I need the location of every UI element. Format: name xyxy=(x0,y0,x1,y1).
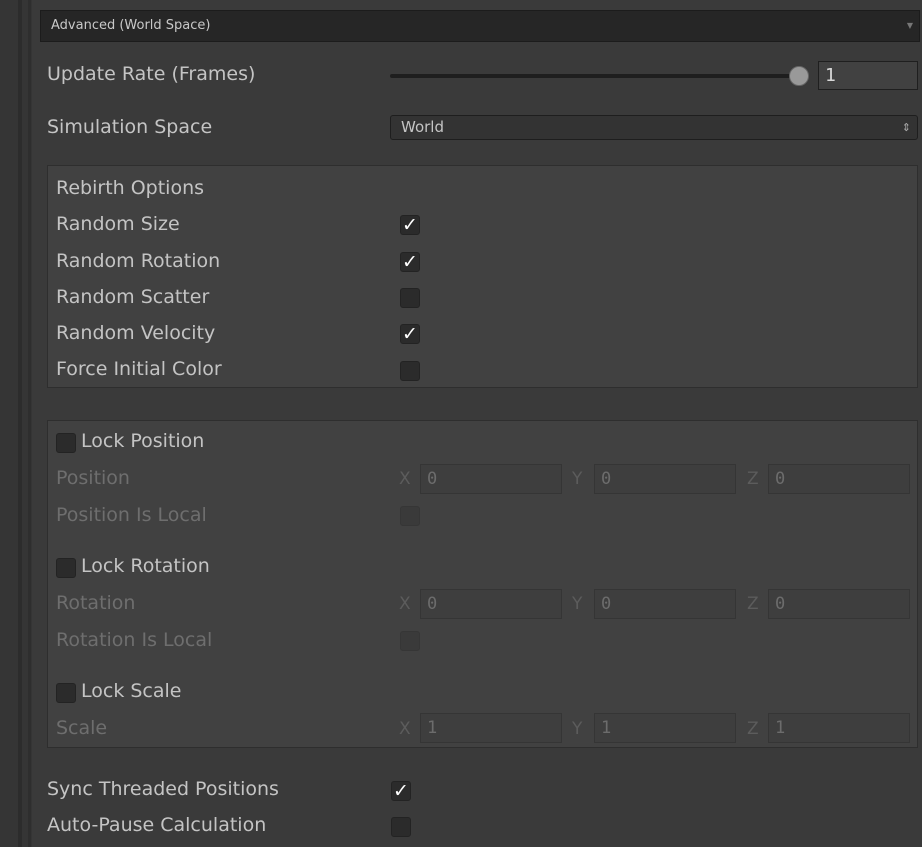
random-rotation-checkbox[interactable]: ✓ xyxy=(400,252,420,272)
random-velocity-label: Random Velocity xyxy=(56,322,216,344)
scale-z-letter: Z xyxy=(747,719,759,739)
position-label: Position xyxy=(56,467,130,489)
update-rate-input[interactable]: 1 xyxy=(818,61,918,90)
position-z-letter: Z xyxy=(747,469,759,489)
random-rotation-label: Random Rotation xyxy=(56,250,221,272)
lock-rotation-checkbox[interactable] xyxy=(56,558,76,578)
update-rate-slider-track[interactable] xyxy=(390,74,800,78)
scale-x-letter: X xyxy=(399,719,411,739)
rotation-is-local-checkbox[interactable] xyxy=(400,631,420,651)
rotation-z-letter: Z xyxy=(747,594,759,614)
lock-rotation-label: Lock Rotation xyxy=(81,555,210,577)
inspector-gutter xyxy=(0,0,32,847)
random-size-label: Random Size xyxy=(56,213,180,235)
auto-pause-calculation-label: Auto-Pause Calculation xyxy=(47,814,267,836)
rebirth-options-title: Rebirth Options xyxy=(56,177,205,199)
position-x-letter: X xyxy=(399,469,411,489)
updown-arrow-icon: ⇕ xyxy=(901,121,911,134)
section-header-title: Advanced (World Space) xyxy=(51,18,211,33)
scale-x-input[interactable]: 1 xyxy=(420,713,562,743)
lock-scale-checkbox[interactable] xyxy=(56,683,76,703)
position-x-input[interactable]: 0 xyxy=(420,464,562,494)
position-z-input[interactable]: 0 xyxy=(768,464,910,494)
section-header[interactable]: Advanced (World Space) ▼ xyxy=(40,10,920,42)
gutter-line xyxy=(18,0,22,847)
random-scatter-label: Random Scatter xyxy=(56,286,210,308)
lock-scale-label: Lock Scale xyxy=(81,680,182,702)
scale-y-input[interactable]: 1 xyxy=(594,713,736,743)
dropdown-arrow-icon: ▼ xyxy=(906,21,913,30)
rotation-z-input[interactable]: 0 xyxy=(768,589,910,619)
sync-threaded-positions-checkbox[interactable]: ✓ xyxy=(391,781,411,801)
rotation-label: Rotation xyxy=(56,592,136,614)
force-initial-color-checkbox[interactable] xyxy=(400,361,420,381)
auto-pause-calculation-checkbox[interactable] xyxy=(391,817,411,837)
random-velocity-checkbox[interactable]: ✓ xyxy=(400,324,420,344)
position-y-input[interactable]: 0 xyxy=(594,464,736,494)
rotation-y-letter: Y xyxy=(572,594,583,614)
sync-threaded-positions-label: Sync Threaded Positions xyxy=(47,778,279,800)
random-size-checkbox[interactable]: ✓ xyxy=(400,215,420,235)
lock-position-checkbox[interactable] xyxy=(56,433,76,453)
position-y-letter: Y xyxy=(572,469,583,489)
position-is-local-checkbox[interactable] xyxy=(400,506,420,526)
position-is-local-label: Position Is Local xyxy=(56,504,207,526)
rotation-is-local-label: Rotation Is Local xyxy=(56,629,213,651)
scale-label: Scale xyxy=(56,717,108,739)
gutter-line xyxy=(28,0,31,847)
force-initial-color-label: Force Initial Color xyxy=(56,358,222,380)
scale-z-input[interactable]: 1 xyxy=(768,713,910,743)
rotation-x-input[interactable]: 0 xyxy=(420,589,562,619)
update-rate-label: Update Rate (Frames) xyxy=(47,63,256,85)
simulation-space-dropdown[interactable]: World ⇕ xyxy=(390,115,918,140)
simulation-space-value: World xyxy=(401,118,444,136)
update-rate-slider-thumb[interactable] xyxy=(789,66,809,86)
simulation-space-label: Simulation Space xyxy=(47,116,213,138)
random-scatter-checkbox[interactable] xyxy=(400,288,420,308)
scale-y-letter: Y xyxy=(572,719,583,739)
lock-position-label: Lock Position xyxy=(81,430,205,452)
rotation-x-letter: X xyxy=(399,594,411,614)
rotation-y-input[interactable]: 0 xyxy=(594,589,736,619)
